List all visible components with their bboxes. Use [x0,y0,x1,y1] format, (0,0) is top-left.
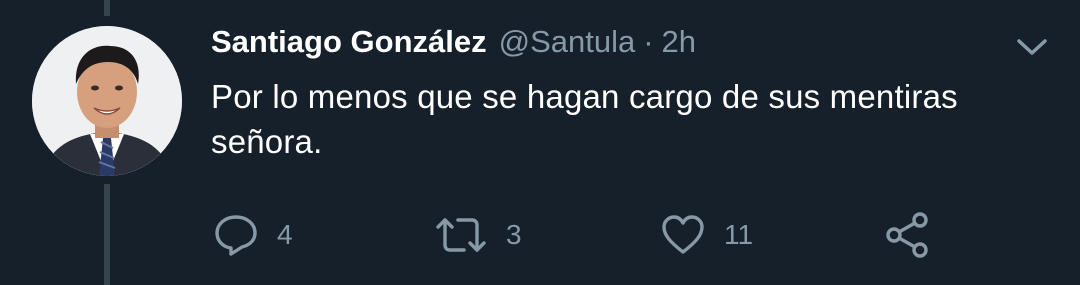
retweet-button[interactable]: 3 [434,212,522,258]
reply-button[interactable]: 4 [213,212,293,258]
like-button[interactable]: 11 [660,212,753,258]
share-icon [884,212,932,258]
heart-icon [660,214,706,256]
tweet-menu-button[interactable] [1012,32,1052,62]
retweet-count: 3 [506,219,522,250]
avatar[interactable] [32,26,182,176]
reply-icon [213,213,259,257]
separator-dot: · [643,24,654,59]
share-button[interactable] [884,212,932,258]
author-name[interactable]: Santiago González [211,24,487,60]
like-count: 11 [724,219,754,250]
retweet-icon [434,215,488,255]
reply-count: 4 [277,219,293,250]
thread-line-top [104,0,110,16]
timestamp[interactable]: 2h [662,24,696,60]
thread-line-bottom [104,184,110,285]
tweet-header: Santiago González @Santula · 2h [211,24,696,64]
author-handle[interactable]: @Santula [499,24,636,60]
tweet-text: Por lo menos que se hagan cargo de sus m… [211,78,958,160]
avatar-image [32,26,182,176]
chevron-down-icon [1017,39,1047,55]
tweet-card[interactable]: Santiago González @Santula · 2h Por lo m… [0,0,1080,285]
